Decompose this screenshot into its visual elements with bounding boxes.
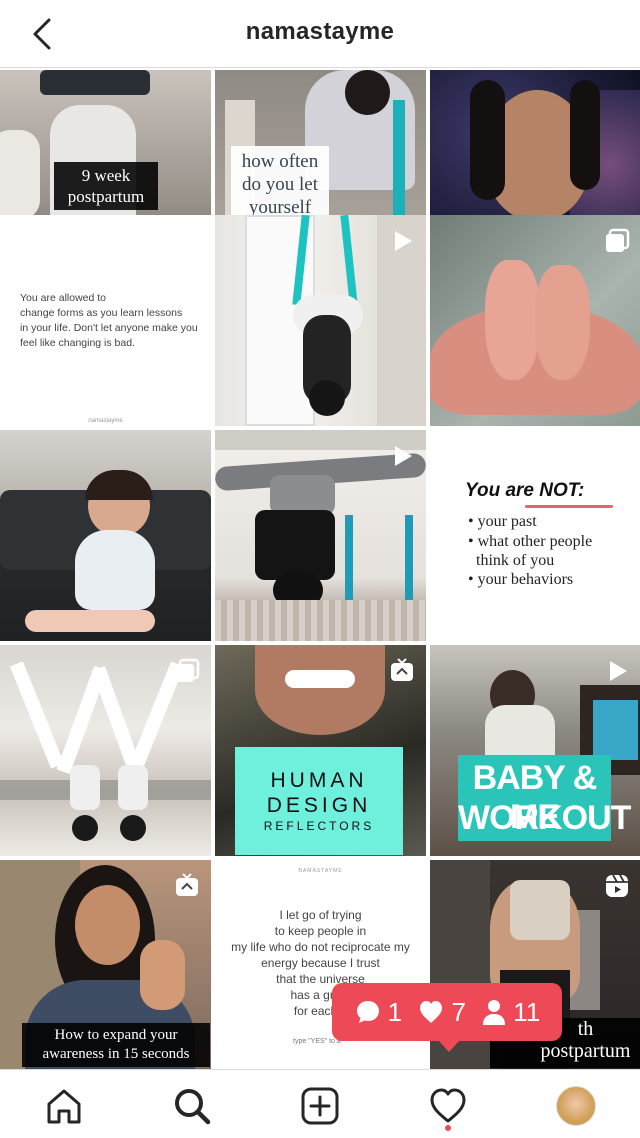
post-caption: how often do you let yourself	[241, 151, 319, 218]
igtv-icon	[176, 873, 198, 896]
post-caption: How to expand your awareness in 15 secon…	[22, 1023, 210, 1067]
comment-count: 1	[354, 997, 402, 1028]
post-caption: 9 week postpartum	[54, 162, 158, 210]
bottom-tab-bar	[0, 1069, 640, 1138]
post-title-line: DESIGN	[266, 794, 372, 817]
post-tile[interactable]	[0, 430, 211, 641]
post-tile[interactable]	[430, 215, 640, 426]
post-bullet: • your past	[468, 513, 537, 530]
post-tile[interactable]: How to expand your awareness in 15 secon…	[0, 860, 211, 1071]
avatar	[556, 1086, 596, 1126]
post-bullet: • your behaviors	[468, 571, 574, 588]
top-header: namastayme	[0, 0, 640, 68]
add-post-icon	[301, 1087, 339, 1125]
tab-search[interactable]	[170, 1084, 214, 1128]
post-tile[interactable]	[0, 645, 211, 856]
post-bullet: • what other people think of you	[468, 533, 593, 569]
post-tile[interactable]: HUMAN DESIGN REFLECTORS	[215, 645, 426, 856]
search-icon	[175, 1089, 211, 1125]
post-header-text: NAMASTAYME	[298, 868, 343, 874]
tab-new-post[interactable]	[298, 1084, 342, 1128]
post-tile[interactable]: BABY & ME WORKOUT	[430, 645, 640, 856]
post-tile[interactable]: You are NOT: • your past • what other pe…	[430, 430, 640, 641]
post-quote: You are allowed to change forms as you l…	[20, 292, 198, 349]
reels-icon	[606, 874, 628, 897]
person-icon	[483, 1000, 506, 1025]
activity-indicator-dot	[445, 1125, 451, 1131]
post-tile[interactable]	[215, 215, 426, 426]
igtv-icon	[391, 658, 413, 681]
video-icon	[395, 446, 412, 466]
post-tile[interactable]: You are allowed to change forms as you l…	[0, 215, 211, 426]
profile-username: namastayme	[245, 18, 395, 45]
carousel-icon	[176, 658, 200, 682]
heart-icon	[420, 1001, 443, 1023]
post-title-line: HUMAN	[270, 769, 368, 792]
post-heading: You are NOT:	[465, 480, 585, 501]
carousel-icon	[606, 228, 630, 252]
post-footer: type "YES" to a	[293, 1038, 341, 1045]
tab-home[interactable]	[42, 1084, 86, 1128]
notification-pointer	[438, 1040, 460, 1052]
post-title-line: REFLECTORS	[263, 819, 375, 833]
comment-icon	[356, 1001, 379, 1023]
post-title-line: WORKOUT	[458, 799, 631, 837]
tab-profile[interactable]	[554, 1084, 598, 1128]
video-icon	[395, 231, 412, 251]
home-icon	[47, 1089, 81, 1124]
video-icon	[610, 661, 627, 681]
post-footer: namastayme	[88, 418, 123, 424]
tab-activity[interactable]	[426, 1084, 470, 1128]
follow-count: 11	[481, 997, 540, 1028]
heart-icon	[430, 1088, 466, 1123]
post-tile[interactable]	[215, 430, 426, 641]
activity-notification-bubble[interactable]: 1 7 11	[332, 983, 562, 1041]
like-count: 7	[417, 997, 466, 1028]
